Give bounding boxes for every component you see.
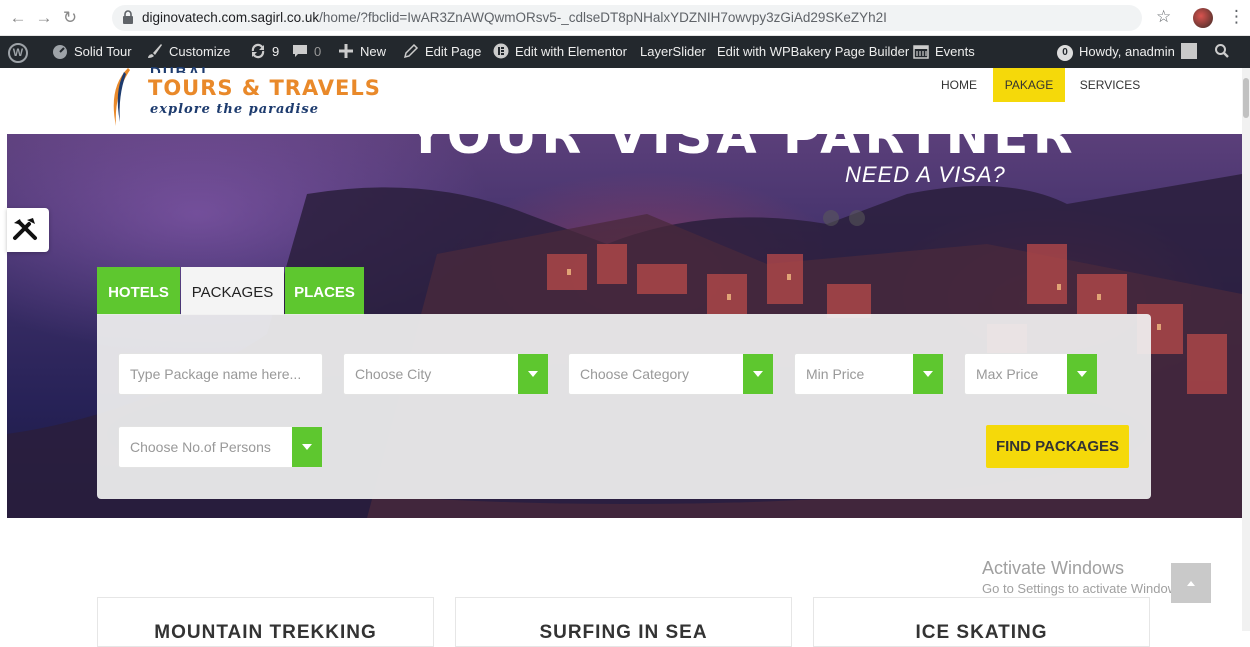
comments-count: 0: [314, 44, 322, 59]
package-name-placeholder: Type Package name here...: [130, 366, 302, 382]
profile-avatar[interactable]: [1193, 8, 1213, 28]
back-icon[interactable]: ←: [8, 8, 28, 28]
user-avatar: [1180, 43, 1197, 59]
adminbar-new[interactable]: New: [338, 36, 386, 68]
activity-card[interactable]: ICE SKATING: [813, 597, 1150, 647]
scrollbar-thumb[interactable]: [1243, 78, 1249, 118]
card-title: SURFING IN SEA: [539, 622, 708, 643]
plus-icon: [339, 44, 353, 58]
tools-icon: [13, 218, 37, 240]
max-price-value: Max Price: [976, 366, 1039, 382]
min-price-value: Min Price: [806, 366, 865, 382]
persons-select-value: Choose No.of Persons: [130, 439, 271, 455]
min-price-select[interactable]: Min Price: [794, 353, 944, 395]
card-title: MOUNTAIN TREKKING: [154, 622, 377, 643]
persons-select[interactable]: Choose No.of Persons: [118, 426, 323, 468]
elementor-icon: [493, 43, 509, 59]
activation-title: Activate Windows: [982, 558, 1125, 578]
hero-subtitle: NEED A VISA?: [845, 162, 1006, 187]
adminbar-edit-wpbakery[interactable]: Edit with WPBakery Page Builder: [717, 36, 909, 68]
chevron-down-icon[interactable]: [743, 354, 773, 394]
city-select[interactable]: Choose City: [343, 353, 549, 395]
layerslider-label: LayerSlider: [640, 44, 706, 59]
category-select[interactable]: Choose Category: [568, 353, 774, 395]
adminbar-edit-page[interactable]: Edit Page: [403, 36, 481, 68]
comment-icon: [293, 45, 307, 57]
tab-packages[interactable]: PACKAGES: [181, 267, 284, 315]
logo-top-text: DUBAI: [150, 64, 208, 73]
lock-icon: [123, 10, 133, 24]
pencil-icon: [403, 43, 419, 59]
scroll-to-top-button[interactable]: [1171, 563, 1211, 603]
url-host: diginovatech.com.sagirl.co.uk: [142, 10, 320, 25]
max-price-select[interactable]: Max Price: [964, 353, 1098, 395]
edit-elementor-label: Edit with Elementor: [515, 44, 627, 59]
browser-toolbar: ← → ↻ diginovatech.com.sagirl.co.uk/home…: [0, 0, 1250, 36]
events-label: Events: [935, 44, 975, 59]
adminbar-search[interactable]: [1214, 36, 1236, 68]
edit-wpbakery-label: Edit with WPBakery Page Builder: [717, 44, 910, 59]
browser-menu-icon[interactable]: ⋮: [1228, 7, 1245, 27]
logo-tagline: explore the paradise: [150, 102, 320, 117]
chevron-down-icon[interactable]: [913, 354, 943, 394]
windows-activation-watermark: Activate Windows Go to Settings to activ…: [982, 558, 1187, 596]
category-select-value: Choose Category: [580, 366, 689, 382]
forward-icon[interactable]: →: [34, 8, 54, 28]
adminbar-events[interactable]: Events: [913, 36, 975, 68]
activation-subtitle: Go to Settings to activate Windows.: [982, 581, 1188, 596]
site-name-label: Solid Tour: [74, 44, 132, 59]
adminbar-site-name[interactable]: Solid Tour: [52, 36, 132, 68]
reload-icon[interactable]: ↻: [60, 8, 80, 28]
updates-count: 9: [272, 44, 280, 59]
tab-places[interactable]: PLACES: [285, 267, 364, 315]
search-icon: [1215, 44, 1229, 58]
customize-label: Customize: [169, 44, 231, 59]
adminbar-comments[interactable]: 0: [292, 36, 321, 68]
page-scrollbar[interactable]: [1242, 68, 1250, 631]
url-path: /home/?fbclid=IwAR3ZnAWQwmORsv5-_cdlseDT…: [319, 10, 887, 25]
tab-hotels[interactable]: HOTELS: [97, 267, 180, 315]
adminbar-layerslider[interactable]: LayerSlider: [640, 36, 706, 68]
dashboard-icon: [53, 45, 67, 59]
search-panel: [97, 314, 1151, 499]
slider-dot[interactable]: [823, 210, 839, 226]
nav-home[interactable]: HOME: [930, 68, 988, 102]
find-packages-button[interactable]: FIND PACKAGES: [986, 425, 1129, 468]
address-bar[interactable]: diginovatech.com.sagirl.co.uk/home/?fbcl…: [112, 5, 1142, 31]
bookmark-star-icon[interactable]: ☆: [1156, 7, 1171, 27]
brush-icon: [148, 44, 162, 58]
logo-swoosh-icon: [113, 68, 130, 126]
package-name-input[interactable]: Type Package name here...: [118, 353, 323, 395]
chevron-down-icon[interactable]: [1067, 354, 1097, 394]
slider-dot[interactable]: [849, 210, 865, 226]
edit-page-label: Edit Page: [425, 44, 482, 59]
nav-services[interactable]: SERVICES: [1072, 68, 1148, 102]
card-title: ICE SKATING: [915, 622, 1048, 643]
nav-package[interactable]: PAKAGE: [993, 68, 1065, 102]
chevron-down-icon[interactable]: [292, 427, 322, 467]
url-text: diginovatech.com.sagirl.co.uk/home/?fbcl…: [142, 10, 887, 25]
howdy-label: Howdy, anadmin: [1079, 44, 1175, 59]
chevron-down-icon[interactable]: [518, 354, 548, 394]
slider-dots: [823, 210, 875, 231]
notification-badge: 0: [1057, 45, 1073, 61]
adminbar-edit-elementor[interactable]: Edit with Elementor: [493, 36, 627, 68]
wordpress-logo-icon[interactable]: W: [8, 43, 28, 63]
city-select-value: Choose City: [355, 366, 432, 382]
site-header: DUBAI TOURS & TRAVELS explore the paradi…: [0, 64, 1250, 134]
updates-icon: [251, 43, 265, 59]
calendar-icon: [913, 45, 929, 59]
adminbar-updates[interactable]: 9: [250, 36, 279, 68]
logo-title[interactable]: TOURS & TRAVELS: [148, 76, 381, 100]
activity-card[interactable]: MOUNTAIN TREKKING: [97, 597, 434, 647]
tools-toggle-button[interactable]: [7, 208, 49, 252]
new-label: New: [360, 44, 387, 59]
activity-card[interactable]: SURFING IN SEA: [455, 597, 792, 647]
adminbar-account[interactable]: 0 Howdy, anadmin: [1057, 36, 1197, 68]
